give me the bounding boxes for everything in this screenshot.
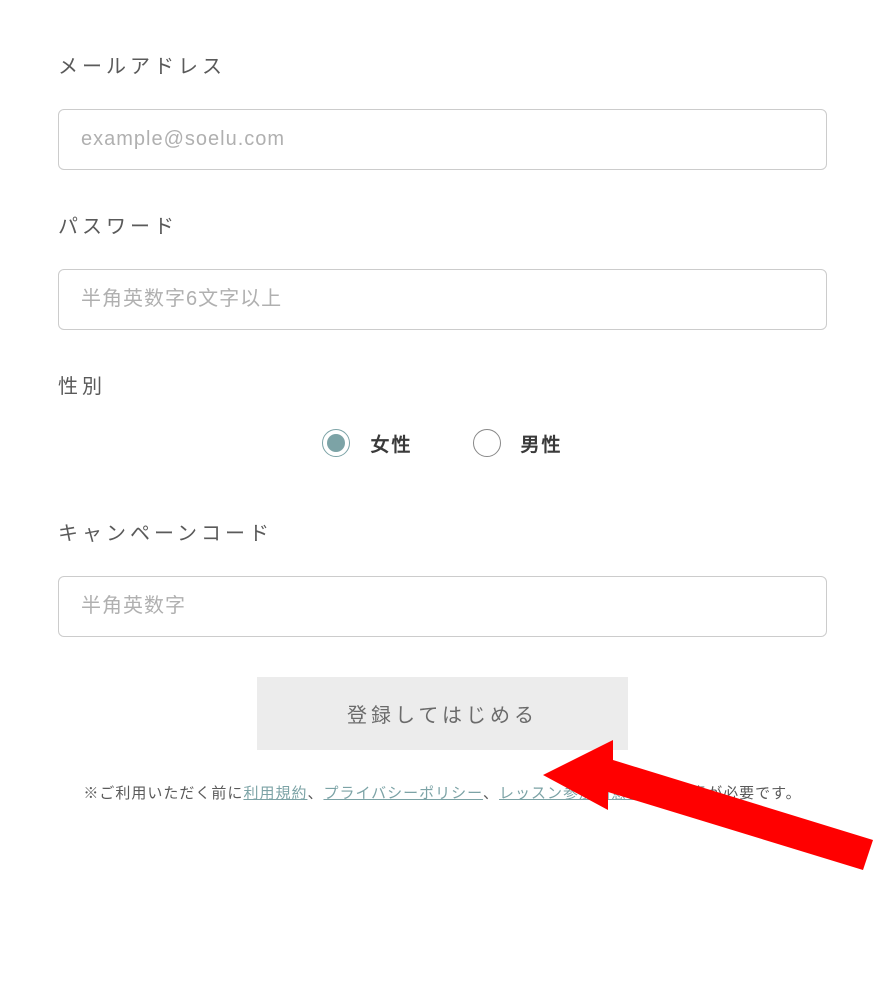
registration-form: メールアドレス パスワード 性別 女性 男性 キャンペーンコード 登録してはじめ… [58, 50, 827, 807]
footer-sep1: 、 [307, 785, 323, 802]
gender-female-label: 女性 [370, 430, 412, 457]
radio-icon [473, 429, 501, 457]
radio-icon [322, 429, 350, 457]
footer-consent-text: ※ご利用いただく前に利用規約、プライバシーポリシー、レッスン参加同意書への同意が… [58, 780, 827, 807]
footer-suffix: への同意が必要です。 [643, 785, 802, 802]
terms-link[interactable]: 利用規約 [243, 785, 307, 802]
campaign-label: キャンペーンコード [58, 517, 827, 546]
footer-sep2: 、 [483, 785, 499, 802]
campaign-code-field[interactable] [58, 576, 827, 637]
password-label: パスワード [58, 210, 827, 239]
email-group: メールアドレス [58, 50, 827, 170]
lesson-consent-link[interactable]: レッスン参加同意書 [499, 785, 643, 802]
gender-group: 性別 女性 男性 [58, 370, 827, 457]
password-group: パスワード [58, 210, 827, 330]
submit-button[interactable]: 登録してはじめる [257, 677, 628, 750]
gender-radio-male[interactable]: 男性 [473, 429, 563, 457]
gender-male-label: 男性 [521, 430, 563, 457]
privacy-link[interactable]: プライバシーポリシー [323, 785, 483, 802]
gender-radio-group: 女性 男性 [58, 429, 827, 457]
gender-label: 性別 [58, 370, 827, 399]
email-label: メールアドレス [58, 50, 827, 79]
gender-radio-female[interactable]: 女性 [322, 429, 412, 457]
footer-prefix: ※ご利用いただく前に [83, 785, 243, 802]
email-field[interactable] [58, 109, 827, 170]
password-field[interactable] [58, 269, 827, 330]
campaign-group: キャンペーンコード [58, 517, 827, 637]
